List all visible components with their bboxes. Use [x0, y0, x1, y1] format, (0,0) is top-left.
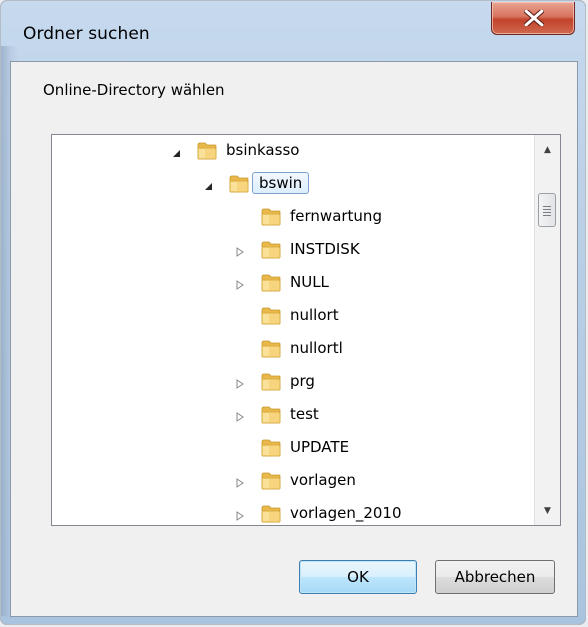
tree-node-label: nullortl — [290, 339, 343, 357]
tree-collapse-icon[interactable] — [202, 178, 214, 190]
folder-icon — [228, 173, 250, 199]
tree-node-label: fernwartung — [290, 207, 382, 225]
vertical-scrollbar[interactable]: ▲ ▼ — [534, 135, 560, 525]
folder-icon — [260, 305, 282, 331]
tree-node-label: vorlagen_2010 — [290, 504, 402, 522]
tree-node-label: UPDATE — [290, 438, 350, 456]
tree-node-label: nullort — [290, 306, 339, 324]
tree-node[interactable]: prg — [52, 367, 522, 397]
ok-button[interactable]: OK — [299, 560, 417, 594]
tree-node[interactable]: bsinkasso — [52, 136, 522, 166]
tree-node[interactable]: vorlagen_2010 — [52, 499, 522, 525]
tree-expand-icon[interactable] — [234, 376, 246, 389]
tree-node[interactable]: NULL — [52, 268, 522, 298]
tree-node-label: prg — [290, 372, 315, 390]
tree-node-label: vorlagen — [290, 471, 356, 489]
tree-expand-icon[interactable] — [234, 409, 246, 422]
tree-node-label: test — [290, 405, 319, 423]
tree-node-label: NULL — [290, 273, 329, 291]
tree-node[interactable]: nullort — [52, 301, 522, 331]
dialog-window: Ordner suchen Online-Directory wählen bs… — [0, 0, 586, 625]
window-title: Ordner suchen — [23, 24, 150, 44]
folder-icon — [260, 206, 282, 232]
tree-expand-icon[interactable] — [234, 244, 246, 257]
folder-icon — [260, 404, 282, 430]
close-button[interactable] — [491, 2, 575, 35]
close-icon — [524, 10, 544, 26]
scroll-down-arrow[interactable]: ▼ — [535, 498, 560, 523]
dialog-prompt: Online-Directory wählen — [43, 81, 225, 99]
tree-node[interactable]: UPDATE — [52, 433, 522, 463]
folder-icon — [196, 140, 218, 166]
cancel-button[interactable]: Abbrechen — [435, 560, 555, 594]
scroll-thumb[interactable] — [538, 193, 556, 227]
folder-icon — [260, 437, 282, 463]
folder-icon — [260, 503, 282, 525]
tree-expand-icon[interactable] — [234, 475, 246, 488]
tree-node[interactable]: bswin — [52, 169, 522, 199]
scroll-up-arrow[interactable]: ▲ — [535, 137, 560, 162]
tree-expand-icon[interactable] — [234, 277, 246, 290]
folder-icon — [260, 338, 282, 364]
tree-node-label: bswin — [252, 172, 310, 194]
tree-node-label: INSTDISK — [290, 240, 360, 258]
tree-node[interactable]: vorlagen — [52, 466, 522, 496]
tree-node-label: bsinkasso — [226, 141, 300, 159]
tree-collapse-icon[interactable] — [170, 145, 182, 157]
tree-node[interactable]: test — [52, 400, 522, 430]
folder-icon — [260, 272, 282, 298]
tree-node[interactable]: nullortl — [52, 334, 522, 364]
dialog-client-area: Online-Directory wählen bsinkasso bswin fe… — [10, 61, 578, 617]
tree-node[interactable]: INSTDISK — [52, 235, 522, 265]
folder-icon — [260, 239, 282, 265]
tree-expand-icon[interactable] — [234, 508, 246, 521]
folder-tree[interactable]: bsinkasso bswin fernwartung INSTDISK NULL nul… — [51, 134, 561, 526]
folder-icon — [260, 470, 282, 496]
tree-node[interactable]: fernwartung — [52, 202, 522, 232]
folder-icon — [260, 371, 282, 397]
